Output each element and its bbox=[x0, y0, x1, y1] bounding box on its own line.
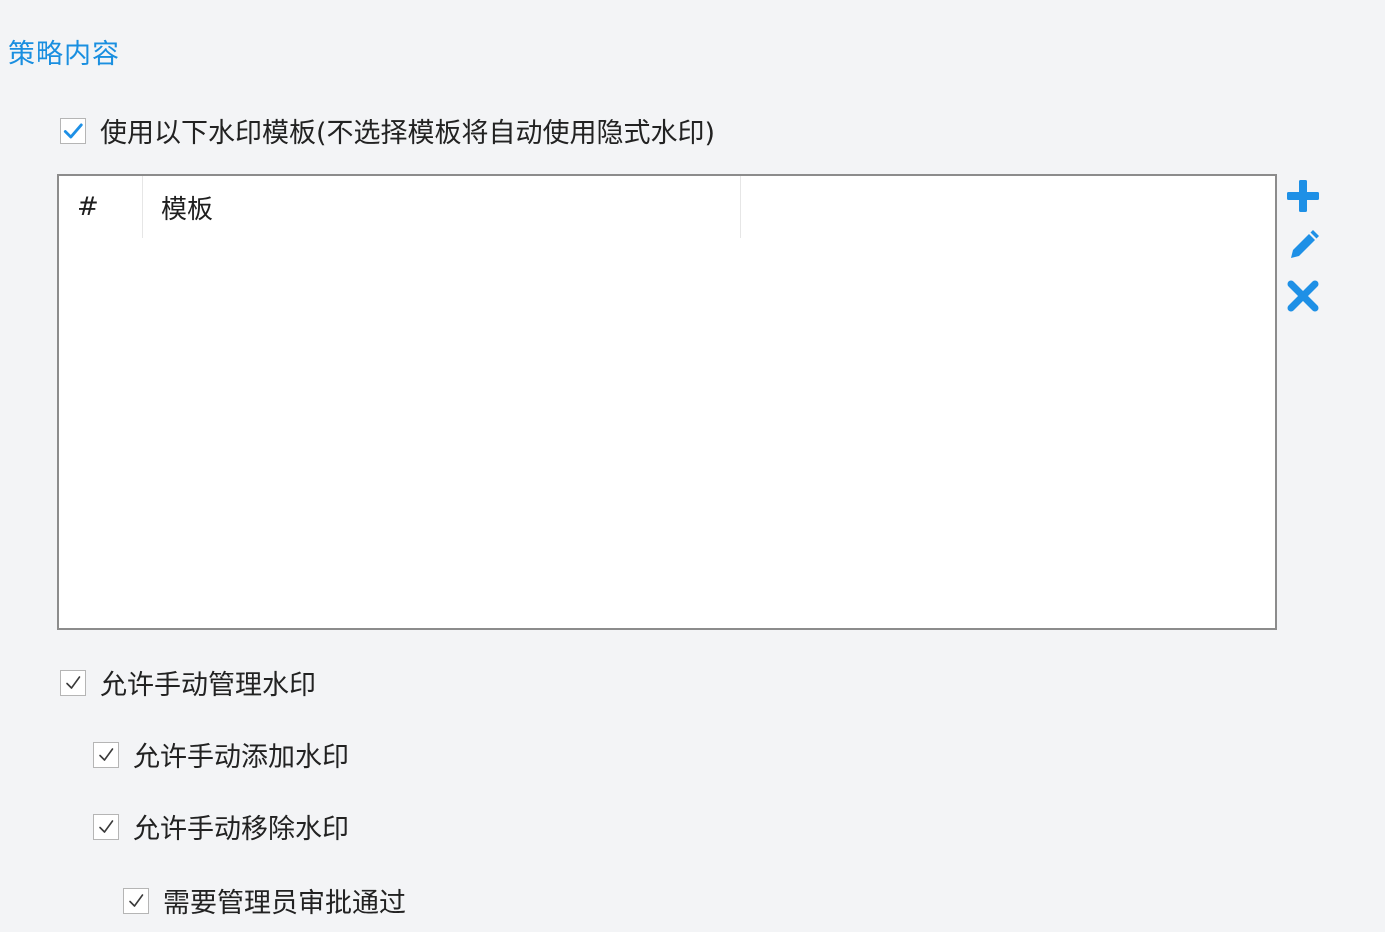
column-header-empty bbox=[741, 176, 1275, 238]
use-template-label: 使用以下水印模板(不选择模板将自动使用隐式水印) bbox=[100, 118, 716, 149]
allow-manual-add-option[interactable]: 允许手动添加水印 bbox=[93, 735, 349, 774]
add-template-button[interactable] bbox=[1283, 176, 1323, 216]
require-admin-approval-checkbox[interactable] bbox=[123, 887, 149, 914]
allow-manual-add-label: 允许手动添加水印 bbox=[133, 742, 349, 773]
allow-manual-manage-option[interactable]: 允许手动管理水印 bbox=[60, 663, 316, 702]
checkmark-icon bbox=[99, 747, 114, 761]
delete-template-button[interactable] bbox=[1283, 276, 1323, 316]
pencil-icon bbox=[1291, 230, 1319, 258]
checkmark-icon bbox=[66, 675, 81, 689]
allow-manual-remove-checkbox[interactable] bbox=[93, 813, 119, 840]
checkmark-icon bbox=[99, 819, 114, 833]
template-toolbar bbox=[1283, 176, 1323, 326]
template-table[interactable]: # 模板 bbox=[57, 174, 1277, 630]
checkmark-icon bbox=[129, 893, 144, 907]
edit-template-button[interactable] bbox=[1283, 226, 1323, 266]
require-admin-approval-label: 需要管理员审批通过 bbox=[163, 888, 406, 919]
allow-manual-remove-label: 允许手动移除水印 bbox=[133, 814, 349, 845]
allow-manual-manage-checkbox[interactable] bbox=[60, 669, 86, 696]
column-header-number[interactable]: # bbox=[59, 176, 143, 238]
require-admin-approval-option[interactable]: 需要管理员审批通过 bbox=[123, 881, 406, 920]
allow-manual-remove-option[interactable]: 允许手动移除水印 bbox=[93, 807, 349, 846]
allow-manual-manage-label: 允许手动管理水印 bbox=[100, 670, 316, 701]
table-header: # 模板 bbox=[59, 176, 1275, 238]
plus-icon bbox=[1287, 180, 1319, 212]
column-header-template[interactable]: 模板 bbox=[143, 176, 741, 238]
use-template-option[interactable]: 使用以下水印模板(不选择模板将自动使用隐式水印) bbox=[60, 111, 715, 150]
section-title: 策略内容 bbox=[8, 39, 120, 70]
checkmark-icon bbox=[63, 123, 83, 138]
close-icon bbox=[1287, 280, 1319, 312]
use-template-checkbox[interactable] bbox=[60, 117, 86, 144]
allow-manual-add-checkbox[interactable] bbox=[93, 741, 119, 768]
